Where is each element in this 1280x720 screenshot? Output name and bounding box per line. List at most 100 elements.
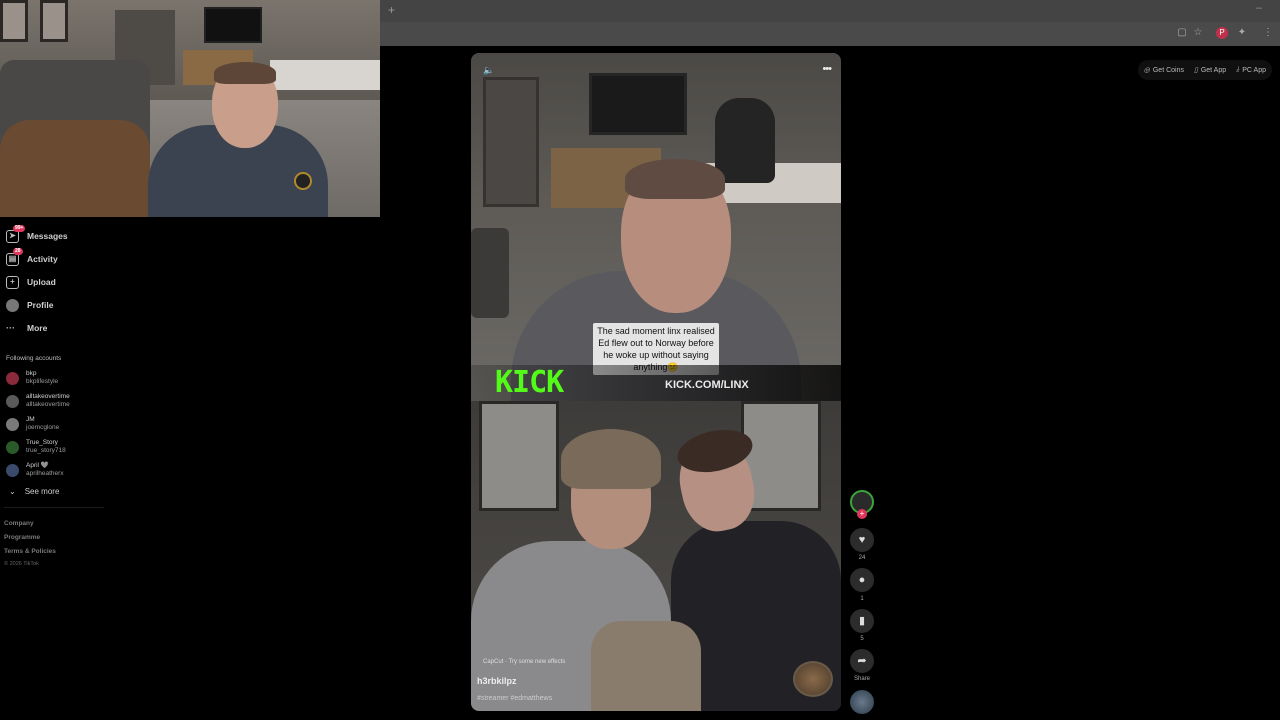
heart-icon: ♥ [858,534,866,546]
sidebar-item-profile[interactable]: Profile [6,297,53,313]
footer-link-programme[interactable]: Programme [4,534,40,541]
video-chair [471,228,509,318]
sidebar-item-activity[interactable]: ▤ 28 Activity [6,247,58,267]
following-account[interactable]: alltakeovertime alltakeovertime [6,391,70,411]
pc-app-label: PC App [1242,66,1266,74]
browser-chrome: + – ▢ ☆ P ✦ ⋮ [380,0,1280,46]
sidebar-item-messages[interactable]: ➤ 99+ Messages [6,224,68,244]
webcam-counter [270,60,380,90]
account-handle: true_story718 [26,447,66,454]
sidebar-item-label: Messages [27,231,68,241]
following-account[interactable]: bkp bkplifestyle [6,368,58,388]
video-tv [589,73,687,135]
minimize-button[interactable]: – [1256,2,1262,14]
comment-count: 1 [860,596,864,602]
pinterest-icon[interactable]: P [1216,27,1228,39]
follow-plus-icon[interactable]: + [857,509,867,519]
video-person-hair [625,159,725,199]
inbox-icon: ▤ 28 [6,247,23,266]
webcam-blanket [0,120,150,217]
kick-logo: KICK [495,365,564,400]
video-backpack [715,98,775,183]
webcam-person-hair [214,62,276,84]
more-options-icon[interactable]: ••• [822,63,832,75]
get-bar: ◎ Get Coins ▯ Get App ⤓ PC App [1137,60,1272,80]
download-icon: ⤓ [1236,66,1240,73]
video-player[interactable]: The sad moment linx realised Ed flew out… [471,53,841,711]
video-armchair [591,621,701,711]
save-button[interactable]: ▮ [850,609,874,633]
avatar [6,463,19,477]
footer-link-terms[interactable]: Terms & Policies [4,548,56,555]
browser-toolbar: ▢ ☆ P ✦ ⋮ [380,22,1280,46]
volume-icon[interactable]: 🔈 [483,65,494,76]
account-handle: alltakeovertime [26,401,70,408]
webcam-picture-frame [40,0,68,42]
footer-link-company[interactable]: Company [4,520,34,527]
share-label: Share [853,676,870,682]
puzzle-icon[interactable]: ✦ [1236,27,1248,39]
get-app-button[interactable]: ▯ Get App [1194,63,1226,77]
video-fur-hat [561,429,661,489]
account-name: True_Story [26,439,58,446]
following-accounts-title: Following accounts [6,355,62,362]
messages-badge: 99+ [13,224,26,232]
account-handle: aprilheatherx [26,470,64,477]
sidebar-item-more[interactable]: ··· More [6,320,47,336]
chevron-down-icon: ⌄ [9,487,16,496]
avatar [6,440,19,454]
share-button[interactable]: ➦ [850,649,874,673]
coin-icon: ◎ [1143,67,1150,74]
capcut-label[interactable]: CapCut · Try some new effects [483,659,565,665]
activity-badge: 28 [13,247,23,255]
account-handle: bkplifestyle [26,378,59,385]
see-more-label: See more [24,487,60,496]
seal-logo [793,661,833,697]
avatar [6,417,19,431]
dots-icon: ··· [6,323,15,333]
divider [4,507,104,508]
webcam-overlay [0,0,380,217]
video-author[interactable]: h3rbkilpz [477,676,517,686]
next-creator-avatar[interactable] [850,690,874,714]
share-icon: ➦ [857,655,867,667]
avatar [6,394,19,408]
plus-square-icon: + [6,275,19,289]
get-app-label: Get App [1200,66,1227,74]
bookmark-icon: ▮ [858,615,866,627]
account-name: JM [26,416,35,423]
account-name: April 🩶 [26,462,49,469]
sidebar-item-label: Activity [27,254,58,264]
video-hashtags[interactable]: #streamer #edmatthews [477,695,552,702]
bookmark-star-icon[interactable]: ☆ [1192,27,1204,39]
new-tab-button[interactable]: + [388,3,395,17]
save-count: 5 [860,636,864,642]
like-count: 24 [858,555,866,561]
pc-app-button[interactable]: ⤓ PC App [1236,63,1266,77]
menu-icon[interactable]: ⋮ [1262,27,1274,39]
sidebar-item-label: Profile [27,300,54,310]
following-account[interactable]: JM joemcglone [6,414,59,434]
webcam-picture-frame [0,0,28,42]
avatar [6,298,19,312]
comment-button[interactable]: ● [850,568,874,592]
sidebar-item-upload[interactable]: + Upload [6,274,56,290]
get-coins-label: Get Coins [1152,66,1184,74]
get-coins-button[interactable]: ◎ Get Coins [1144,63,1184,77]
like-button[interactable]: ♥ [850,528,874,552]
kick-url: KICK.COM/LINX [665,379,749,391]
see-more-button[interactable]: ⌄ See more [9,487,59,496]
extension-icon[interactable]: ▢ [1176,27,1188,39]
account-name: bkp [26,370,37,377]
webcam-jacket-badge [294,172,312,190]
tab-strip: + – [380,0,1280,22]
following-account[interactable]: True_Story true_story718 [6,437,66,457]
comment-icon: ● [858,574,866,586]
video-door [483,77,539,207]
following-account[interactable]: April 🩶 aprilheatherx [6,460,64,480]
video-window [479,401,559,511]
sidebar: ➤ 99+ Messages ▤ 28 Activity + Upload Prof… [0,217,120,720]
avatar [6,371,19,385]
account-name: alltakeovertime [26,393,70,400]
paper-plane-icon: ➤ 99+ [6,224,26,243]
